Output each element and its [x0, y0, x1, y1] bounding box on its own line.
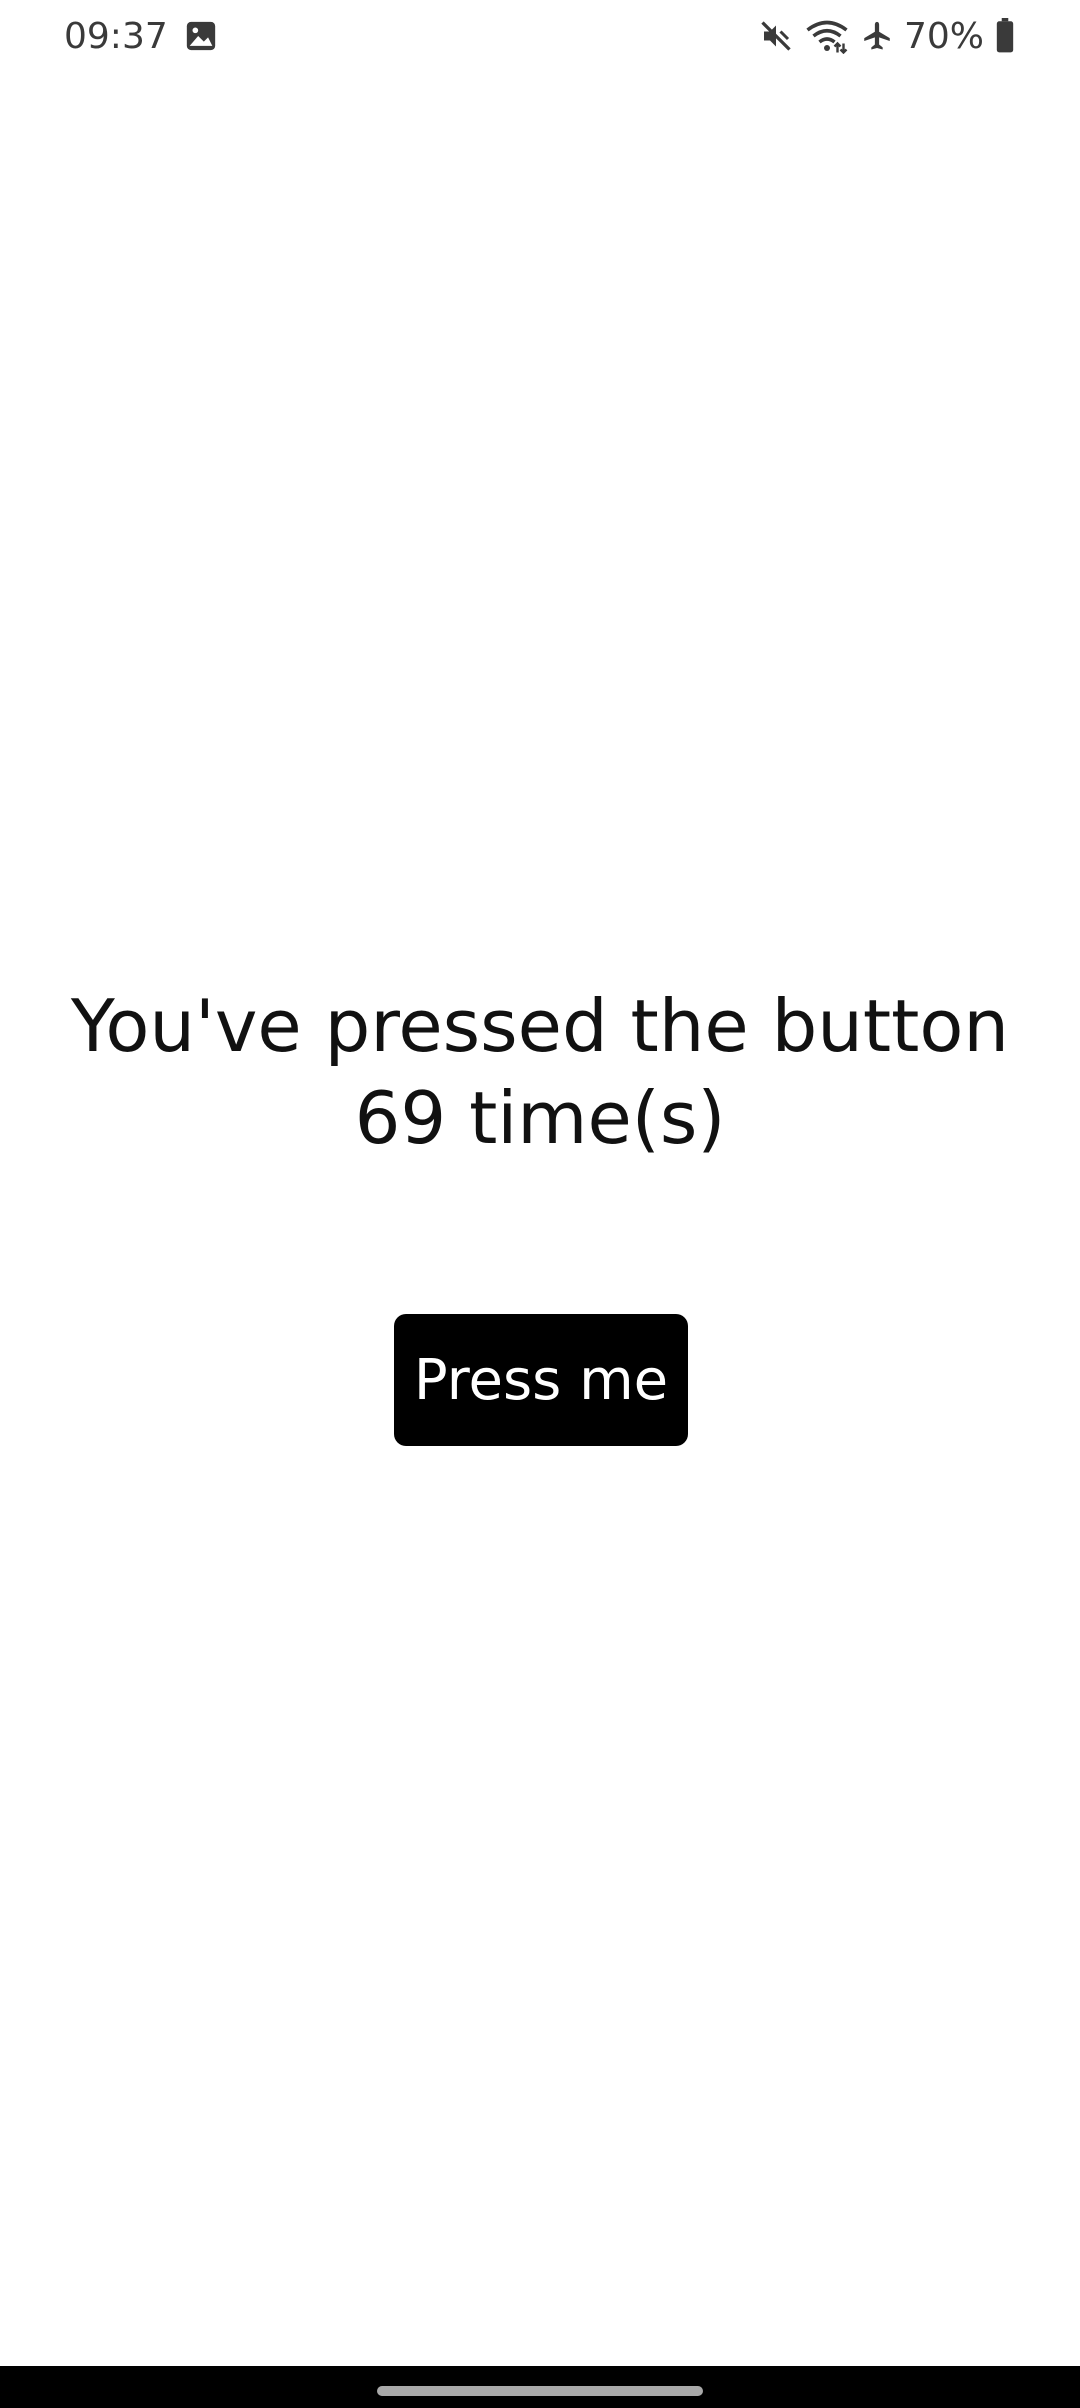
gallery-icon — [184, 19, 218, 53]
battery-percent: 70% — [903, 15, 984, 57]
press-me-button[interactable]: Press me — [394, 1314, 688, 1446]
airplane-icon — [860, 19, 894, 53]
status-right: 70% — [758, 14, 1016, 58]
battery-icon — [994, 18, 1016, 54]
press-counter-text: You've pressed the button 69 time(s) — [70, 984, 1010, 1160]
navigation-bar — [0, 2366, 1080, 2408]
gesture-handle[interactable] — [377, 2386, 703, 2396]
status-left: 09:37 — [64, 14, 218, 58]
status-time: 09:37 — [64, 15, 168, 57]
main-content: You've pressed the button 69 time(s) Pre… — [0, 980, 1080, 1446]
status-bar: 09:37 70% — [0, 0, 1080, 72]
wifi-icon — [804, 18, 850, 54]
app-screen: 09:37 70% You've pressed the button 69 t… — [0, 0, 1080, 2408]
mute-icon — [758, 18, 794, 54]
